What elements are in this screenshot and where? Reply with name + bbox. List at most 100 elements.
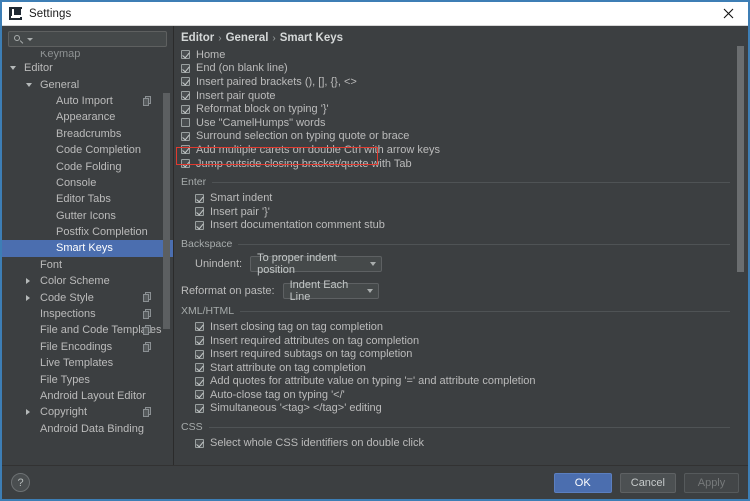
checkbox-row[interactable]: Insert pair quote <box>181 89 730 103</box>
checkbox-checked-icon[interactable] <box>181 132 190 141</box>
sidebar-item-editor-tabs[interactable]: Editor Tabs <box>2 191 173 207</box>
sidebar-item-code-folding[interactable]: Code Folding <box>2 158 173 174</box>
copy-icon <box>143 342 152 352</box>
sidebar-item-auto-import[interactable]: Auto Import <box>2 93 173 109</box>
checkbox-label: Insert required subtags on tag completio… <box>210 348 412 360</box>
checkbox-checked-icon[interactable] <box>195 363 204 372</box>
search-input[interactable] <box>8 31 167 47</box>
sidebar-item-file-types[interactable]: File Types <box>2 371 173 387</box>
sidebar-item-console[interactable]: Console <box>2 175 173 191</box>
sidebar-item-label: Live Templates <box>40 357 113 369</box>
sidebar-scrollbar[interactable] <box>163 70 170 370</box>
checkbox-row[interactable]: Smart indent <box>181 191 730 205</box>
checkbox-row[interactable]: Home <box>181 48 730 62</box>
content-scrollbar-thumb[interactable] <box>737 46 744 272</box>
group-header: CSS <box>181 421 730 433</box>
checkbox-row[interactable]: Insert required subtags on tag completio… <box>181 347 730 361</box>
breadcrumb-part[interactable]: Editor <box>181 32 214 44</box>
sidebar-item-breadcrumbs[interactable]: Breadcrumbs <box>2 126 173 142</box>
checkbox-checked-icon[interactable] <box>195 439 204 448</box>
checkbox-checked-icon[interactable] <box>195 390 204 399</box>
settings-tree[interactable]: KeymapEditorGeneralAuto ImportAppearance… <box>2 51 173 465</box>
sidebar-item-live-templates[interactable]: Live Templates <box>2 355 173 371</box>
checkbox-unchecked-icon[interactable] <box>181 118 190 127</box>
checkbox-checked-icon[interactable] <box>195 194 204 203</box>
sidebar-item-file-encodings[interactable]: File Encodings <box>2 339 173 355</box>
checkbox-row[interactable]: Add quotes for attribute value on typing… <box>181 375 730 389</box>
sidebar-item-file-and-code-templates[interactable]: File and Code Templates <box>2 322 173 338</box>
checkbox-row[interactable]: Insert closing tag on tag completion <box>181 320 730 334</box>
apply-button[interactable]: Apply <box>684 473 739 493</box>
checkbox-checked-icon[interactable] <box>195 404 204 413</box>
sidebar-item-keymap[interactable]: Keymap <box>2 51 173 60</box>
sidebar-item-label: Code Style <box>40 292 94 304</box>
checkbox-label: End (on blank line) <box>196 62 288 74</box>
checkbox-row[interactable]: Start attribute on tag completion <box>181 361 730 375</box>
chevron-down-icon[interactable] <box>367 289 373 293</box>
group-divider <box>212 182 730 183</box>
checkbox-checked-icon[interactable] <box>181 64 190 73</box>
checkbox-row[interactable]: Use "CamelHumps" words <box>181 116 730 130</box>
sidebar-item-general[interactable]: General <box>2 76 173 92</box>
ok-button[interactable]: OK <box>554 473 612 493</box>
content-scrollbar[interactable] <box>737 40 744 465</box>
breadcrumb-part[interactable]: General <box>226 32 269 44</box>
checkbox-row[interactable]: Select whole CSS identifiers on double c… <box>181 436 730 450</box>
sidebar-item-label: Gutter Icons <box>56 210 116 222</box>
sidebar-item-editor[interactable]: Editor <box>2 60 173 76</box>
checkbox-row[interactable]: Insert required attributes on tag comple… <box>181 334 730 348</box>
sidebar-item-inspections[interactable]: Inspections <box>2 306 173 322</box>
checkbox-row[interactable]: Insert documentation comment stub <box>181 219 730 233</box>
chevron-right-icon[interactable] <box>26 409 30 415</box>
checkbox-checked-icon[interactable] <box>195 322 204 331</box>
chevron-down-icon[interactable] <box>10 66 16 70</box>
checkbox-checked-icon[interactable] <box>181 159 190 168</box>
checkbox-row[interactable]: Insert pair '}' <box>181 205 730 219</box>
sidebar-item-code-completion[interactable]: Code Completion <box>2 142 173 158</box>
checkbox-row[interactable]: Surround selection on typing quote or br… <box>181 130 730 144</box>
checkbox-row[interactable]: Simultaneous '<tag> </tag>' editing <box>181 402 730 416</box>
checkbox-row[interactable]: Insert paired brackets (), [], {}, <> <box>181 75 730 89</box>
cancel-button[interactable]: Cancel <box>620 473 676 493</box>
sidebar-item-color-scheme[interactable]: Color Scheme <box>2 273 173 289</box>
sidebar-item-postfix-completion[interactable]: Postfix Completion <box>2 224 173 240</box>
breadcrumb-part[interactable]: Smart Keys <box>280 32 343 44</box>
checkbox-row[interactable]: Jump outside closing bracket/quote with … <box>181 157 730 171</box>
checkbox-checked-icon[interactable] <box>181 77 190 86</box>
sidebar-item-gutter-icons[interactable]: Gutter Icons <box>2 208 173 224</box>
checkbox-checked-icon[interactable] <box>195 221 204 230</box>
checkbox-row[interactable]: Add multiple carets on double Ctrl with … <box>181 143 730 157</box>
checkbox-checked-icon[interactable] <box>195 336 204 345</box>
copy-icon <box>143 96 152 106</box>
checkbox-checked-icon[interactable] <box>195 350 204 359</box>
chevron-right-icon[interactable] <box>26 278 30 284</box>
chevron-down-icon[interactable] <box>27 38 33 41</box>
close-icon[interactable] <box>708 2 748 24</box>
reformat-on-paste-select[interactable]: Indent Each Line <box>283 283 379 299</box>
sidebar-item-code-style[interactable]: Code Style <box>2 289 173 305</box>
sidebar-item-appearance[interactable]: Appearance <box>2 109 173 125</box>
chevron-right-icon[interactable] <box>26 295 30 301</box>
sidebar-item-android-layout-editor[interactable]: Android Layout Editor <box>2 388 173 404</box>
chevron-down-icon[interactable] <box>370 262 376 266</box>
chevron-down-icon[interactable] <box>26 83 32 87</box>
checkbox-row[interactable]: Auto-close tag on typing '</' <box>181 388 730 402</box>
sidebar-item-copyright[interactable]: Copyright <box>2 404 173 420</box>
checkbox-checked-icon[interactable] <box>181 50 190 59</box>
unindent-select[interactable]: To proper indent position <box>250 256 382 272</box>
breadcrumb-separator: › <box>272 33 275 44</box>
checkbox-checked-icon[interactable] <box>181 145 190 154</box>
sidebar-scrollbar-thumb[interactable] <box>163 93 170 329</box>
help-button[interactable]: ? <box>11 473 30 492</box>
sidebar-item-font[interactable]: Font <box>2 257 173 273</box>
sidebar-item-label: Breadcrumbs <box>56 128 121 140</box>
checkbox-checked-icon[interactable] <box>181 91 190 100</box>
sidebar-item-android-data-binding[interactable]: Android Data Binding <box>2 421 173 437</box>
checkbox-row[interactable]: End (on blank line) <box>181 62 730 76</box>
checkbox-checked-icon[interactable] <box>195 377 204 386</box>
checkbox-row[interactable]: Reformat block on typing '}' <box>181 102 730 116</box>
checkbox-checked-icon[interactable] <box>181 105 190 114</box>
sidebar-item-smart-keys[interactable]: Smart Keys <box>2 240 173 256</box>
checkbox-checked-icon[interactable] <box>195 207 204 216</box>
search-container <box>2 26 173 51</box>
